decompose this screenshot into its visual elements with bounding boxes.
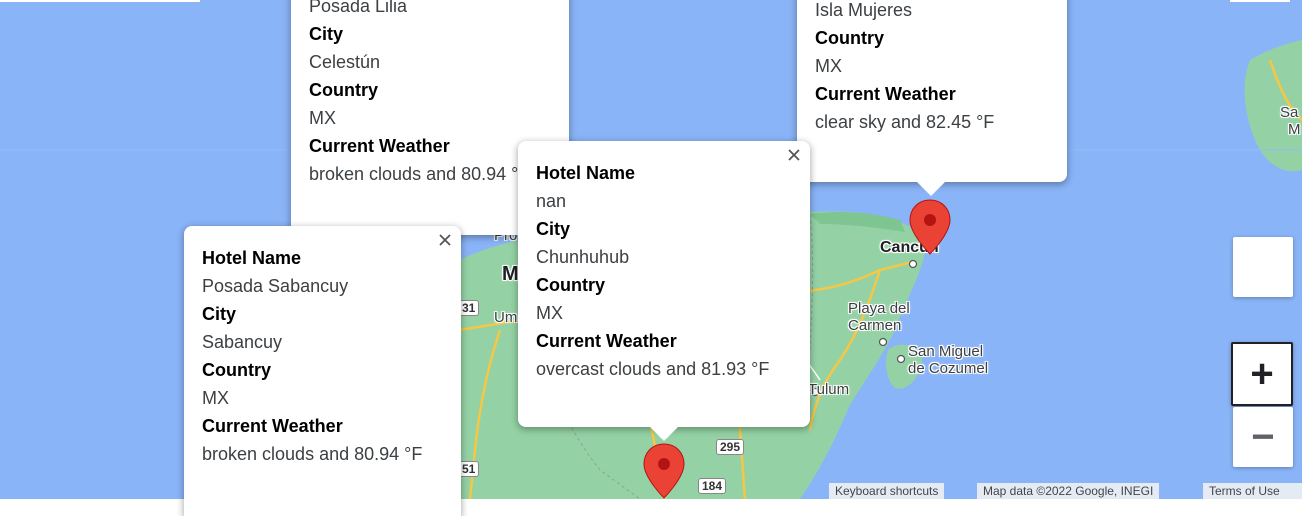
weather-label: Current Weather xyxy=(815,84,956,104)
weather-label: Current Weather xyxy=(309,136,450,156)
infowindow-isla-mujeres: Isla Mujeres Country MX Current Weather … xyxy=(797,0,1067,182)
map-data-attribution: Map data ©2022 Google, INEGI xyxy=(977,483,1160,499)
zoom-in-button[interactable]: + xyxy=(1231,342,1293,406)
infowindow-isla-tail xyxy=(917,182,945,196)
city-value: Sabancuy xyxy=(202,332,283,352)
hotel-name-value: Posada Sabancuy xyxy=(202,276,349,296)
map-label-fragment-um: Um xyxy=(494,309,518,326)
infowindow-sabancuy: Hotel Name Posada Sabancuy City Sabancuy… xyxy=(184,226,461,516)
hotel-name-value: Posada Lilia xyxy=(309,0,408,16)
country-value: MX xyxy=(536,303,563,323)
map-label-san-miguel: San Miguel de Cozumel xyxy=(908,343,988,377)
close-icon[interactable] xyxy=(437,232,453,248)
zoom-out-button[interactable]: − xyxy=(1233,407,1293,467)
map-label-fragment-sa: Sa xyxy=(1280,104,1299,121)
city-value: Celestún xyxy=(309,52,381,72)
close-icon[interactable] xyxy=(786,147,802,163)
hotel-name-label: Hotel Name xyxy=(202,248,302,268)
infowindow-chunhuhub-tail xyxy=(650,427,678,441)
country-label: Country xyxy=(536,275,605,295)
country-label: Country xyxy=(309,80,378,100)
map-label-san-miguel-line2: de Cozumel xyxy=(908,360,989,377)
weather-value: clear sky and 82.45 °F xyxy=(815,112,995,132)
country-label: Country xyxy=(202,360,271,380)
country-value: MX xyxy=(309,108,336,128)
map-control-blank[interactable] xyxy=(1233,237,1293,297)
city-label: City xyxy=(202,304,237,324)
country-value: MX xyxy=(815,56,842,76)
city-label: City xyxy=(536,219,571,239)
road-shield-295: 295 xyxy=(716,439,745,455)
weather-label: Current Weather xyxy=(536,331,677,351)
country-value: MX xyxy=(202,388,229,408)
weather-value: broken clouds and 80.94 °F xyxy=(202,444,423,464)
weather-value: overcast clouds and 81.93 °F xyxy=(536,359,770,379)
city-label: City xyxy=(309,24,344,44)
road-shield-184: 184 xyxy=(698,478,727,494)
hotel-name-value: nan xyxy=(536,191,567,211)
map-label-fragment-m: M xyxy=(502,263,519,285)
map-label-playa-line1: Playa del xyxy=(848,300,910,317)
road-shield-31: 31 xyxy=(458,300,480,316)
hotel-name-value: Isla Mujeres xyxy=(815,0,913,20)
road-shield-51: 51 xyxy=(458,461,480,477)
map-label-tulum: Tulum xyxy=(808,381,850,398)
map-marker-cancun[interactable] xyxy=(908,198,952,256)
terms-of-use-link[interactable]: Terms of Use xyxy=(1203,483,1302,499)
weather-value: broken clouds and 80.94 °F xyxy=(309,164,530,184)
weather-label: Current Weather xyxy=(202,416,343,436)
map-label-san-miguel-line1: San Miguel xyxy=(908,343,984,360)
keyboard-shortcuts-link[interactable]: Keyboard shortcuts xyxy=(829,483,945,499)
city-value: Chunhuhub xyxy=(536,247,630,267)
map-marker-chunhuhub[interactable] xyxy=(642,442,686,499)
map-label-fragment-m2: M xyxy=(1288,121,1301,138)
map-label-playa-line2: Carmen xyxy=(848,317,902,334)
hotel-name-label: Hotel Name xyxy=(536,163,636,183)
map-label-playa-del-carmen: Playa del Carmen xyxy=(848,300,910,334)
infowindow-chunhuhub: Hotel Name nan City Chunhuhub Country MX… xyxy=(518,141,810,427)
country-label: Country xyxy=(815,28,884,48)
